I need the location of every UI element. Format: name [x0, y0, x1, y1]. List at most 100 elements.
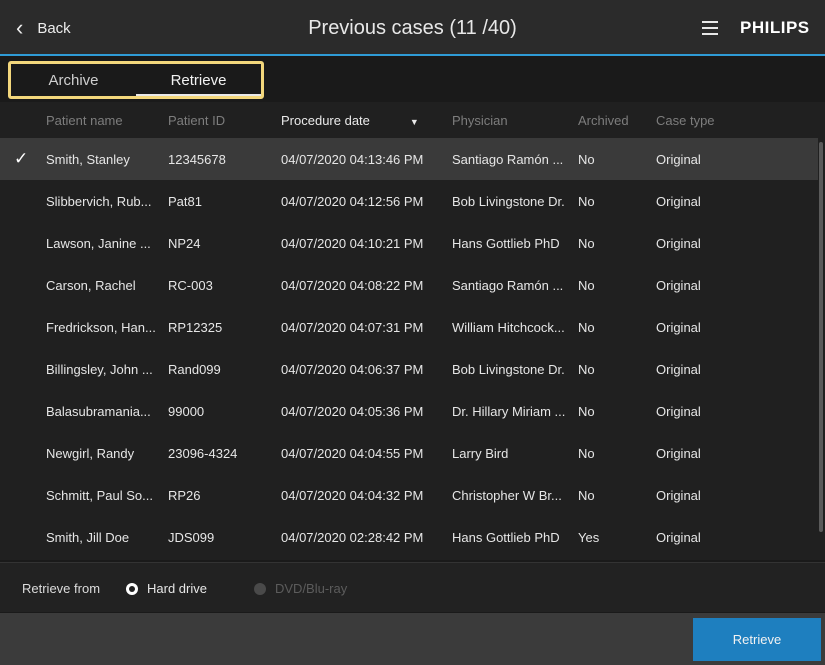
- table-row[interactable]: Carson, Rachel RC-003 04/07/2020 04:08:2…: [0, 264, 818, 306]
- table-row[interactable]: Billingsley, John ... Rand099 04/07/2020…: [0, 348, 818, 390]
- table-scrollbar[interactable]: [819, 142, 823, 532]
- cell-archived: No: [578, 362, 595, 377]
- checkmark-icon: ✓: [14, 149, 29, 168]
- cell-archived: No: [578, 278, 595, 293]
- brand-logo: PHILIPS: [740, 18, 810, 37]
- retrieve-from-label: Retrieve from: [22, 581, 101, 596]
- cell-procedure-date: 04/07/2020 04:08:22 PM: [281, 278, 424, 293]
- radio-selected-icon: [126, 582, 138, 595]
- table-row[interactable]: Lawson, Janine ... NP24 04/07/2020 04:10…: [0, 222, 818, 264]
- col-header-physician[interactable]: Physician: [452, 113, 574, 128]
- cell-case-type: Original: [656, 278, 701, 293]
- cell-patient-name: Balasubramania...: [46, 404, 151, 419]
- cell-physician: Dr. Hillary Miriam ...: [452, 404, 566, 419]
- sort-descending-icon: ▼: [409, 117, 419, 127]
- cell-procedure-date: 04/07/2020 04:05:36 PM: [281, 404, 424, 419]
- action-bar: Retrieve: [0, 613, 825, 665]
- table-row[interactable]: Smith, Jill Doe JDS099 04/07/2020 02:28:…: [0, 516, 818, 558]
- cell-case-type: Original: [656, 404, 701, 419]
- cell-procedure-date: 04/07/2020 04:07:31 PM: [281, 320, 424, 335]
- cell-patient-name: Smith, Stanley: [46, 152, 130, 167]
- cell-patient-id: 99000: [168, 404, 205, 419]
- cell-physician: William Hitchcock...: [452, 320, 565, 335]
- table-body: ✓ Smith, Stanley 12345678 04/07/2020 04:…: [0, 138, 818, 558]
- cell-archived: No: [578, 404, 595, 419]
- table-row[interactable]: ✓ Smith, Stanley 12345678 04/07/2020 04:…: [0, 138, 818, 180]
- tab-retrieve[interactable]: Retrieve: [136, 64, 261, 96]
- back-label: Back: [37, 19, 71, 37]
- cell-case-type: Original: [656, 530, 701, 545]
- cell-physician: Christopher W Br...: [452, 488, 562, 503]
- cell-patient-name: Newgirl, Randy: [46, 446, 135, 461]
- cell-case-type: Original: [656, 446, 701, 461]
- radio-disabled-icon: [254, 582, 266, 595]
- cell-physician: Bob Livingstone Dr.: [452, 362, 565, 377]
- tab-group: Archive Retrieve: [8, 61, 264, 99]
- cell-patient-name: Lawson, Janine ...: [46, 236, 151, 251]
- col-header-archived[interactable]: Archived: [578, 113, 644, 128]
- cell-procedure-date: 04/07/2020 04:06:37 PM: [281, 362, 424, 377]
- cell-case-type: Original: [656, 488, 701, 503]
- cell-patient-name: Smith, Jill Doe: [46, 530, 130, 545]
- cell-case-type: Original: [656, 320, 701, 335]
- cell-procedure-date: 04/07/2020 02:28:42 PM: [281, 530, 424, 545]
- radio-hard-drive-label: Hard drive: [147, 581, 207, 596]
- table-row[interactable]: Balasubramania... 99000 04/07/2020 04:05…: [0, 390, 818, 432]
- cell-patient-id: RP26: [168, 488, 201, 503]
- cell-case-type: Original: [656, 152, 701, 167]
- cell-archived: No: [578, 152, 595, 167]
- cell-patient-id: Pat81: [168, 194, 202, 209]
- cell-procedure-date: 04/07/2020 04:13:46 PM: [281, 152, 424, 167]
- cell-patient-name: Slibbervich, Rub...: [46, 194, 152, 209]
- back-button[interactable]: ‹ Back: [16, 0, 71, 56]
- cell-patient-id: RP12325: [168, 320, 223, 335]
- radio-dvd-bluray-label: DVD/Blu-ray: [275, 581, 348, 596]
- retrieve-button[interactable]: Retrieve: [693, 618, 821, 661]
- cell-archived: No: [578, 446, 595, 461]
- cell-physician: Hans Gottlieb PhD: [452, 236, 560, 251]
- table-row[interactable]: Schmitt, Paul So... RP26 04/07/2020 04:0…: [0, 474, 818, 516]
- table-header: Patient name Patient ID Procedure date ▼ …: [0, 102, 825, 138]
- cell-procedure-date: 04/07/2020 04:04:32 PM: [281, 488, 424, 503]
- col-header-procedure-date[interactable]: Procedure date ▼: [281, 113, 443, 128]
- tab-bar: Archive Retrieve: [0, 58, 825, 102]
- cell-patient-name: Billingsley, John ...: [46, 362, 153, 377]
- cell-physician: Santiago Ramón ...: [452, 152, 564, 167]
- tab-archive[interactable]: Archive: [11, 64, 136, 96]
- cell-physician: Larry Bird: [452, 446, 509, 461]
- cell-archived: No: [578, 488, 595, 503]
- cell-patient-id: NP24: [168, 236, 201, 251]
- table-row[interactable]: Fredrickson, Han... RP12325 04/07/2020 0…: [0, 306, 818, 348]
- cell-physician: Santiago Ramón ...: [452, 278, 564, 293]
- cell-patient-id: RC-003: [168, 278, 213, 293]
- cell-patient-name: Fredrickson, Han...: [46, 320, 156, 335]
- cell-procedure-date: 04/07/2020 04:04:55 PM: [281, 446, 424, 461]
- col-header-patient-name[interactable]: Patient name: [46, 113, 160, 128]
- cell-physician: Bob Livingstone Dr.: [452, 194, 565, 209]
- table-row[interactable]: Slibbervich, Rub... Pat81 04/07/2020 04:…: [0, 180, 818, 222]
- cell-patient-id: 12345678: [168, 152, 226, 167]
- cell-case-type: Original: [656, 194, 701, 209]
- header-bar: ‹ Back Previous cases (11 /40) PHILIPS: [0, 0, 825, 56]
- cell-patient-id: JDS099: [168, 530, 215, 545]
- cell-procedure-date: 04/07/2020 04:12:56 PM: [281, 194, 424, 209]
- cell-patient-id: 23096-4324: [168, 446, 238, 461]
- cell-patient-id: Rand099: [168, 362, 221, 377]
- cell-procedure-date: 04/07/2020 04:10:21 PM: [281, 236, 424, 251]
- cell-archived: No: [578, 320, 595, 335]
- cell-case-type: Original: [656, 236, 701, 251]
- table-row[interactable]: Newgirl, Randy 23096-4324 04/07/2020 04:…: [0, 432, 818, 474]
- cell-archived: No: [578, 236, 595, 251]
- cell-patient-name: Carson, Rachel: [46, 278, 136, 293]
- cases-table: Patient name Patient ID Procedure date ▼ …: [0, 102, 825, 560]
- col-header-patient-id[interactable]: Patient ID: [168, 113, 264, 128]
- hamburger-menu-icon[interactable]: [702, 21, 718, 35]
- radio-dvd-bluray: DVD/Blu-ray: [254, 581, 347, 596]
- radio-hard-drive[interactable]: Hard drive: [126, 581, 207, 596]
- cell-archived: Yes: [578, 530, 600, 545]
- col-header-case-type[interactable]: Case type: [656, 113, 756, 128]
- cell-patient-name: Schmitt, Paul So...: [46, 488, 153, 503]
- chevron-left-icon: ‹: [16, 15, 24, 40]
- cell-case-type: Original: [656, 362, 701, 377]
- cell-physician: Hans Gottlieb PhD: [452, 530, 560, 545]
